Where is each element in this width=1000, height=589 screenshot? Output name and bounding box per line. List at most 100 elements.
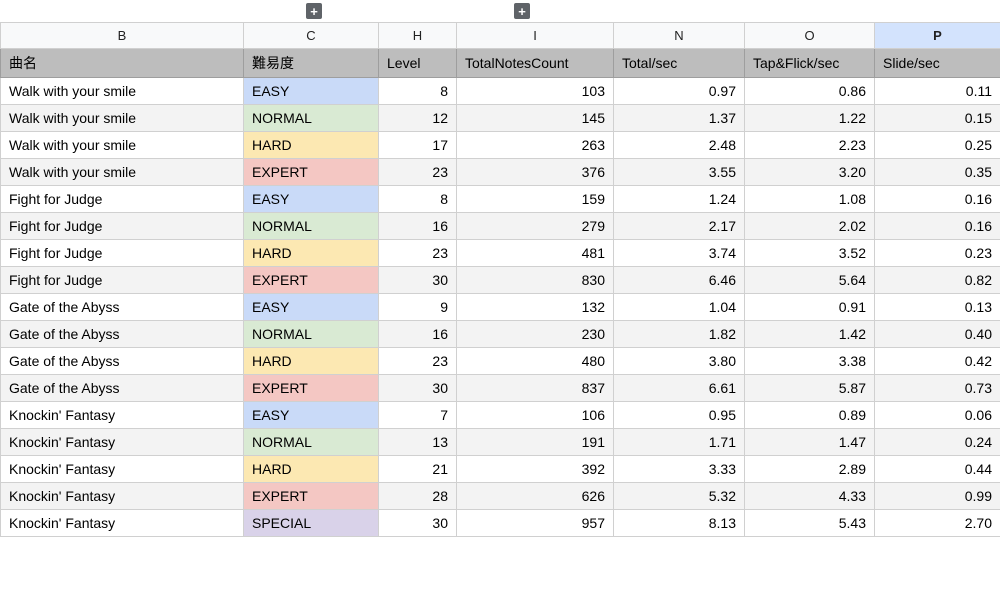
column-letter[interactable]: O	[745, 23, 875, 49]
notes-cell[interactable]: 837	[457, 375, 614, 402]
total-sec-cell[interactable]: 3.74	[614, 240, 745, 267]
total-sec-cell[interactable]: 2.17	[614, 213, 745, 240]
column-letter[interactable]: N	[614, 23, 745, 49]
slide-sec-cell[interactable]: 0.13	[875, 294, 1000, 321]
tapflick-sec-cell[interactable]: 5.87	[745, 375, 875, 402]
difficulty-cell[interactable]: EXPERT	[244, 483, 379, 510]
tapflick-sec-cell[interactable]: 0.91	[745, 294, 875, 321]
level-cell[interactable]: 9	[379, 294, 457, 321]
tapflick-sec-cell[interactable]: 3.52	[745, 240, 875, 267]
notes-cell[interactable]: 159	[457, 186, 614, 213]
total-sec-cell[interactable]: 3.55	[614, 159, 745, 186]
tapflick-sec-cell[interactable]: 2.02	[745, 213, 875, 240]
level-cell[interactable]: 17	[379, 132, 457, 159]
total-sec-cell[interactable]: 0.97	[614, 78, 745, 105]
slide-sec-cell[interactable]: 0.24	[875, 429, 1000, 456]
tapflick-sec-cell[interactable]: 0.89	[745, 402, 875, 429]
column-header[interactable]: Slide/sec	[875, 49, 1000, 78]
slide-sec-cell[interactable]: 0.73	[875, 375, 1000, 402]
tapflick-sec-cell[interactable]: 3.20	[745, 159, 875, 186]
slide-sec-cell[interactable]: 0.35	[875, 159, 1000, 186]
notes-cell[interactable]: 132	[457, 294, 614, 321]
level-cell[interactable]: 16	[379, 321, 457, 348]
slide-sec-cell[interactable]: 0.82	[875, 267, 1000, 294]
song-cell[interactable]: Walk with your smile	[1, 159, 244, 186]
song-cell[interactable]: Walk with your smile	[1, 78, 244, 105]
notes-cell[interactable]: 480	[457, 348, 614, 375]
total-sec-cell[interactable]: 3.80	[614, 348, 745, 375]
difficulty-cell[interactable]: HARD	[244, 240, 379, 267]
total-sec-cell[interactable]: 5.32	[614, 483, 745, 510]
song-cell[interactable]: Knockin' Fantasy	[1, 510, 244, 537]
slide-sec-cell[interactable]: 0.16	[875, 213, 1000, 240]
difficulty-cell[interactable]: EASY	[244, 402, 379, 429]
tapflick-sec-cell[interactable]: 3.38	[745, 348, 875, 375]
expand-group-icon[interactable]	[514, 3, 530, 19]
total-sec-cell[interactable]: 3.33	[614, 456, 745, 483]
column-header[interactable]: 難易度	[244, 49, 379, 78]
song-cell[interactable]: Fight for Judge	[1, 213, 244, 240]
song-cell[interactable]: Gate of the Abyss	[1, 348, 244, 375]
level-cell[interactable]: 23	[379, 240, 457, 267]
level-cell[interactable]: 21	[379, 456, 457, 483]
notes-cell[interactable]: 106	[457, 402, 614, 429]
difficulty-cell[interactable]: EXPERT	[244, 267, 379, 294]
song-cell[interactable]: Gate of the Abyss	[1, 375, 244, 402]
level-cell[interactable]: 30	[379, 510, 457, 537]
total-sec-cell[interactable]: 1.24	[614, 186, 745, 213]
song-cell[interactable]: Fight for Judge	[1, 267, 244, 294]
level-cell[interactable]: 8	[379, 186, 457, 213]
tapflick-sec-cell[interactable]: 1.42	[745, 321, 875, 348]
level-cell[interactable]: 23	[379, 348, 457, 375]
slide-sec-cell[interactable]: 0.99	[875, 483, 1000, 510]
difficulty-cell[interactable]: EASY	[244, 294, 379, 321]
slide-sec-cell[interactable]: 0.40	[875, 321, 1000, 348]
notes-cell[interactable]: 481	[457, 240, 614, 267]
tapflick-sec-cell[interactable]: 1.22	[745, 105, 875, 132]
tapflick-sec-cell[interactable]: 1.47	[745, 429, 875, 456]
song-cell[interactable]: Knockin' Fantasy	[1, 456, 244, 483]
column-header[interactable]: 曲名	[1, 49, 244, 78]
notes-cell[interactable]: 830	[457, 267, 614, 294]
difficulty-cell[interactable]: NORMAL	[244, 213, 379, 240]
song-cell[interactable]: Fight for Judge	[1, 240, 244, 267]
difficulty-cell[interactable]: EASY	[244, 186, 379, 213]
difficulty-cell[interactable]: NORMAL	[244, 429, 379, 456]
notes-cell[interactable]: 145	[457, 105, 614, 132]
tapflick-sec-cell[interactable]: 0.86	[745, 78, 875, 105]
slide-sec-cell[interactable]: 0.06	[875, 402, 1000, 429]
song-cell[interactable]: Knockin' Fantasy	[1, 483, 244, 510]
difficulty-cell[interactable]: NORMAL	[244, 321, 379, 348]
expand-group-icon[interactable]	[306, 3, 322, 19]
song-cell[interactable]: Knockin' Fantasy	[1, 429, 244, 456]
song-cell[interactable]: Knockin' Fantasy	[1, 402, 244, 429]
tapflick-sec-cell[interactable]: 2.23	[745, 132, 875, 159]
level-cell[interactable]: 13	[379, 429, 457, 456]
song-cell[interactable]: Fight for Judge	[1, 186, 244, 213]
notes-cell[interactable]: 392	[457, 456, 614, 483]
tapflick-sec-cell[interactable]: 5.64	[745, 267, 875, 294]
notes-cell[interactable]: 103	[457, 78, 614, 105]
total-sec-cell[interactable]: 2.48	[614, 132, 745, 159]
slide-sec-cell[interactable]: 0.44	[875, 456, 1000, 483]
slide-sec-cell[interactable]: 0.11	[875, 78, 1000, 105]
level-cell[interactable]: 12	[379, 105, 457, 132]
column-letter[interactable]: I	[457, 23, 614, 49]
level-cell[interactable]: 30	[379, 267, 457, 294]
slide-sec-cell[interactable]: 0.25	[875, 132, 1000, 159]
column-header[interactable]: TotalNotesCount	[457, 49, 614, 78]
difficulty-cell[interactable]: EXPERT	[244, 375, 379, 402]
notes-cell[interactable]: 376	[457, 159, 614, 186]
column-letter[interactable]: B	[1, 23, 244, 49]
slide-sec-cell[interactable]: 0.15	[875, 105, 1000, 132]
total-sec-cell[interactable]: 1.37	[614, 105, 745, 132]
slide-sec-cell[interactable]: 2.70	[875, 510, 1000, 537]
difficulty-cell[interactable]: EASY	[244, 78, 379, 105]
total-sec-cell[interactable]: 8.13	[614, 510, 745, 537]
total-sec-cell[interactable]: 1.04	[614, 294, 745, 321]
difficulty-cell[interactable]: HARD	[244, 348, 379, 375]
difficulty-cell[interactable]: HARD	[244, 132, 379, 159]
slide-sec-cell[interactable]: 0.23	[875, 240, 1000, 267]
tapflick-sec-cell[interactable]: 1.08	[745, 186, 875, 213]
song-cell[interactable]: Gate of the Abyss	[1, 294, 244, 321]
